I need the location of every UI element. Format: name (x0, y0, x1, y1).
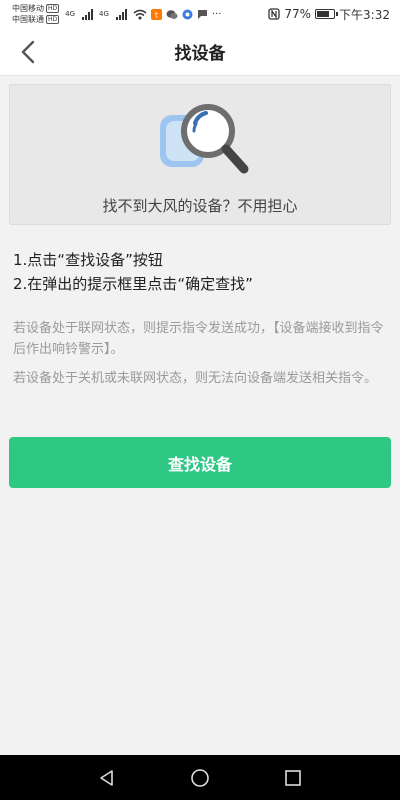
carrier-1-label: 中国移动 (12, 4, 44, 13)
wechat-icon (166, 9, 178, 19)
nav-home-button[interactable] (180, 758, 220, 798)
nfc-icon (268, 8, 281, 20)
battery-percent: 77% (284, 7, 312, 21)
hd-badge: HD (46, 4, 60, 13)
chevron-left-icon (21, 40, 35, 64)
status-left: 中国移动 HD 中国联通 HD 4G 4G t ··· (12, 3, 221, 25)
browser-icon (182, 9, 193, 19)
more-icon: ··· (211, 8, 222, 20)
note-online: 若设备处于联网状态，则提示指令发送成功，【设备端接收到指令后作出响铃警示】。 (13, 321, 384, 357)
watch-search-icon (160, 104, 249, 174)
network-type-1: 4G (65, 10, 76, 18)
nav-back-button[interactable] (87, 758, 127, 798)
notification-icons: t ··· (133, 8, 222, 20)
signal-icon (82, 8, 94, 20)
clock: 下午3:32 (339, 7, 390, 22)
square-recents-icon (285, 769, 302, 786)
banner-text: 找不到大风的设备？不用担心 (102, 197, 298, 215)
circle-home-icon (191, 768, 209, 787)
battery-fill (317, 11, 330, 17)
triangle-back-icon (99, 769, 113, 786)
find-device-button[interactable]: 查找设备 (9, 437, 391, 488)
wifi-icon (133, 9, 147, 19)
network-type-2: 4G (99, 10, 109, 18)
taobao-icon: t (150, 8, 162, 20)
instruction-steps: 1.点击“查找设备”按钮 2.在弹出的提示框里点击“确定查找” (13, 248, 393, 296)
status-right: 77% 下午3:32 (268, 6, 390, 23)
status-bar: 中国移动 HD 中国联通 HD 4G 4G t ··· 77% 下午3:32 (0, 0, 400, 28)
nav-recents-button[interactable] (273, 758, 313, 798)
page-title: 找设备 (174, 44, 226, 64)
message-icon (197, 9, 207, 19)
signal-icon (115, 8, 127, 20)
info-banner: 找不到大风的设备？不用担心 (9, 84, 391, 225)
title-bar: 找设备 (0, 28, 400, 76)
hd-badge: HD (46, 15, 60, 24)
note-offline: 若设备处于关机或未联网状态，则无法向设备端发送相关指令。 (13, 371, 378, 386)
back-button[interactable] (10, 34, 46, 70)
svg-text:t: t (155, 10, 158, 19)
step-1: 1.点击“查找设备”按钮 (13, 251, 163, 269)
navigation-bar (0, 755, 400, 800)
battery-icon (315, 9, 339, 19)
carrier-2-label: 中国联通 (12, 15, 44, 24)
step-2: 2.在弹出的提示框里点击“确定查找” (13, 275, 253, 293)
carrier-info: 中国移动 HD 中国联通 HD (12, 3, 60, 25)
